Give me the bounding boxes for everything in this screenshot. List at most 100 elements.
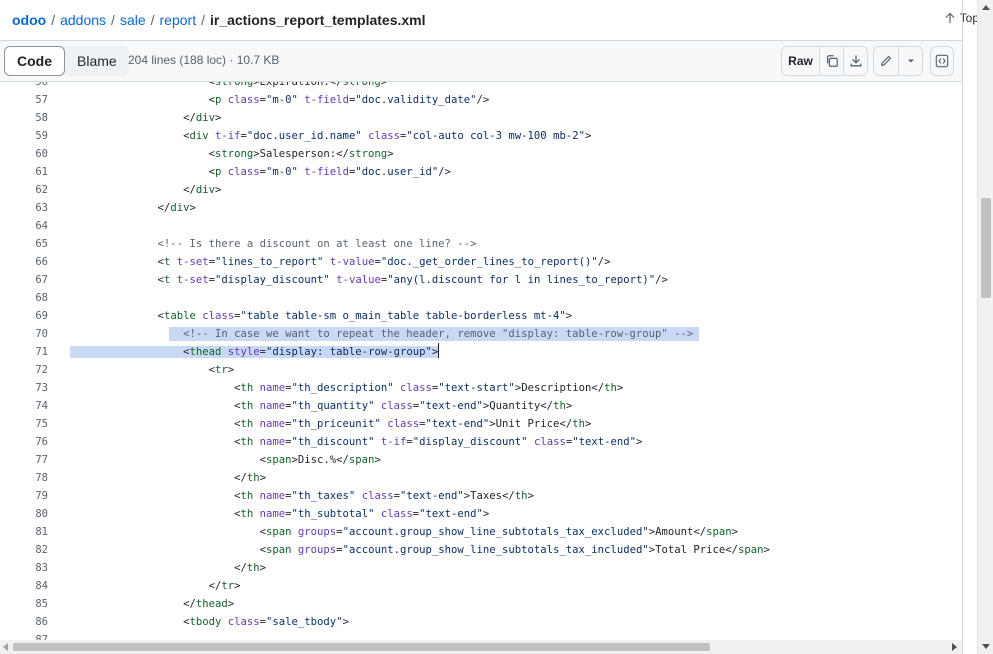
code-line[interactable]: 56 <strong>Expiration:</strong> <box>0 82 962 91</box>
vertical-scrollbar[interactable] <box>977 0 993 654</box>
edit-file-button[interactable] <box>874 47 898 75</box>
line-number[interactable]: 62 <box>0 181 70 199</box>
code-line[interactable]: 61 <p class="m-0" t-field="doc.user_id"/… <box>0 163 962 181</box>
line-number[interactable]: 56 <box>0 82 70 91</box>
code-line[interactable]: 65 <!-- Is there a discount on at least … <box>0 235 962 253</box>
token: style <box>227 346 260 358</box>
blame-tab[interactable]: Blame <box>65 46 129 76</box>
code-line[interactable]: 68 <box>0 289 962 307</box>
symbols-button[interactable] <box>930 46 954 76</box>
token: > <box>380 82 388 88</box>
line-code: </div> <box>70 109 221 127</box>
line-number[interactable]: 85 <box>0 595 70 613</box>
code-line[interactable]: 74 <th name="th_quantity" class="text-en… <box>0 397 962 415</box>
code-line[interactable]: 57 <p class="m-0" t-field="doc.validity_… <box>0 91 962 109</box>
scroll-up-icon[interactable] <box>982 5 990 10</box>
horizontal-scrollbar[interactable] <box>0 640 962 654</box>
code-line[interactable]: 58 </div> <box>0 109 962 127</box>
breadcrumb-repo-link[interactable]: odoo <box>12 12 46 28</box>
line-number[interactable]: 78 <box>0 469 70 487</box>
line-number[interactable]: 84 <box>0 577 70 595</box>
line-number[interactable]: 57 <box>0 91 70 109</box>
code-line[interactable]: 85 </thead> <box>0 595 962 613</box>
line-number[interactable]: 76 <box>0 433 70 451</box>
line-number[interactable]: 82 <box>0 541 70 559</box>
code-line[interactable]: 71 <thead style="display: table-row-grou… <box>0 343 962 361</box>
code-tab[interactable]: Code <box>4 46 65 76</box>
code-line[interactable]: 73 <th name="th_description" class="text… <box>0 379 962 397</box>
code-line[interactable]: 86 <tbody class="sale_tbody"> <box>0 613 962 631</box>
line-number[interactable]: 71 <box>0 343 70 361</box>
token: t-field <box>304 94 349 106</box>
line-number[interactable]: 65 <box>0 235 70 253</box>
line-number[interactable]: 59 <box>0 127 70 145</box>
code-line[interactable]: 60 <strong>Salesperson:</strong> <box>0 145 962 163</box>
download-raw-button[interactable] <box>843 47 867 75</box>
code-line[interactable]: 64 <box>0 217 962 235</box>
line-number[interactable]: 87 <box>0 631 70 640</box>
vertical-scroll-thumb[interactable] <box>981 198 991 298</box>
line-number[interactable]: 74 <box>0 397 70 415</box>
line-number[interactable]: 63 <box>0 199 70 217</box>
code-line[interactable]: 80 <th name="th_subtotal" class="text-en… <box>0 505 962 523</box>
line-number[interactable]: 60 <box>0 145 70 163</box>
line-number[interactable]: 75 <box>0 415 70 433</box>
code-line[interactable]: 67 <t t-set="display_discount" t-value="… <box>0 271 962 289</box>
code-line[interactable]: 62 </div> <box>0 181 962 199</box>
code-line[interactable]: 75 <th name="th_priceunit" class="text-e… <box>0 415 962 433</box>
code-line[interactable]: 87 <box>0 631 962 640</box>
line-number[interactable]: 83 <box>0 559 70 577</box>
code-line[interactable]: 59 <div t-if="doc.user_id.name" class="c… <box>0 127 962 145</box>
breadcrumb-addons-link[interactable]: addons <box>60 12 106 28</box>
line-number[interactable]: 69 <box>0 307 70 325</box>
code-line[interactable]: 66 <t t-set="lines_to_report" t-value="d… <box>0 253 962 271</box>
line-number[interactable]: 70 <box>0 325 70 343</box>
line-number[interactable]: 61 <box>0 163 70 181</box>
line-number[interactable]: 68 <box>0 289 70 307</box>
breadcrumb-sale-link[interactable]: sale <box>120 12 146 28</box>
line-number[interactable]: 79 <box>0 487 70 505</box>
token: "col-auto col-3 mw-100 mb-2" <box>406 130 585 142</box>
code-line[interactable]: 83 </th> <box>0 559 962 577</box>
horizontal-scroll-thumb[interactable] <box>13 643 710 651</box>
code-line[interactable]: 78 </th> <box>0 469 962 487</box>
token: groups <box>297 526 337 538</box>
edit-more-button[interactable] <box>898 47 922 75</box>
breadcrumb-report-link[interactable]: report <box>160 12 197 28</box>
code-line[interactable]: 77 <span>Disc.%</span> <box>0 451 962 469</box>
code-line[interactable]: 72 <tr> <box>0 361 962 379</box>
code-line[interactable]: 63 </div> <box>0 199 962 217</box>
code-line[interactable]: 84 </tr> <box>0 577 962 595</box>
code-line[interactable]: 79 <th name="th_taxes" class="text-end">… <box>0 487 962 505</box>
line-number[interactable]: 80 <box>0 505 70 523</box>
copy-raw-button[interactable] <box>819 47 843 75</box>
line-number[interactable]: 72 <box>0 361 70 379</box>
line-number[interactable]: 58 <box>0 109 70 127</box>
token: "doc.user_id" <box>355 166 439 178</box>
code-line[interactable]: 82 <span groups="account.group_show_line… <box>0 541 962 559</box>
scroll-right-icon[interactable] <box>952 643 957 651</box>
code-view[interactable]: 56 <strong>Expiration:</strong> 57 <p cla… <box>0 82 962 640</box>
token: "text-end" <box>399 490 464 502</box>
token: class <box>399 382 432 394</box>
line-number[interactable]: 86 <box>0 613 70 631</box>
line-number[interactable]: 81 <box>0 523 70 541</box>
line-number[interactable]: 73 <box>0 379 70 397</box>
line-number[interactable]: 66 <box>0 253 70 271</box>
code-line[interactable]: 76 <th name="th_discount" t-if="display_… <box>0 433 962 451</box>
token: class <box>227 94 260 106</box>
line-code: <t t-set="display_discount" t-value="any… <box>70 271 668 289</box>
code-line[interactable]: 69 <table class="table table-sm o_main_t… <box>0 307 962 325</box>
code-line[interactable]: 70 <!-- In case we want to repeat the he… <box>0 325 962 343</box>
code-line[interactable]: 81 <span groups="account.group_show_line… <box>0 523 962 541</box>
token: /> <box>476 94 490 106</box>
line-number[interactable]: 64 <box>0 217 70 235</box>
scroll-left-icon[interactable] <box>3 643 8 651</box>
raw-button[interactable]: Raw <box>782 47 819 75</box>
token: name <box>259 382 286 394</box>
line-number[interactable]: 67 <box>0 271 70 289</box>
line-number[interactable]: 77 <box>0 451 70 469</box>
scroll-down-icon[interactable] <box>982 644 990 649</box>
